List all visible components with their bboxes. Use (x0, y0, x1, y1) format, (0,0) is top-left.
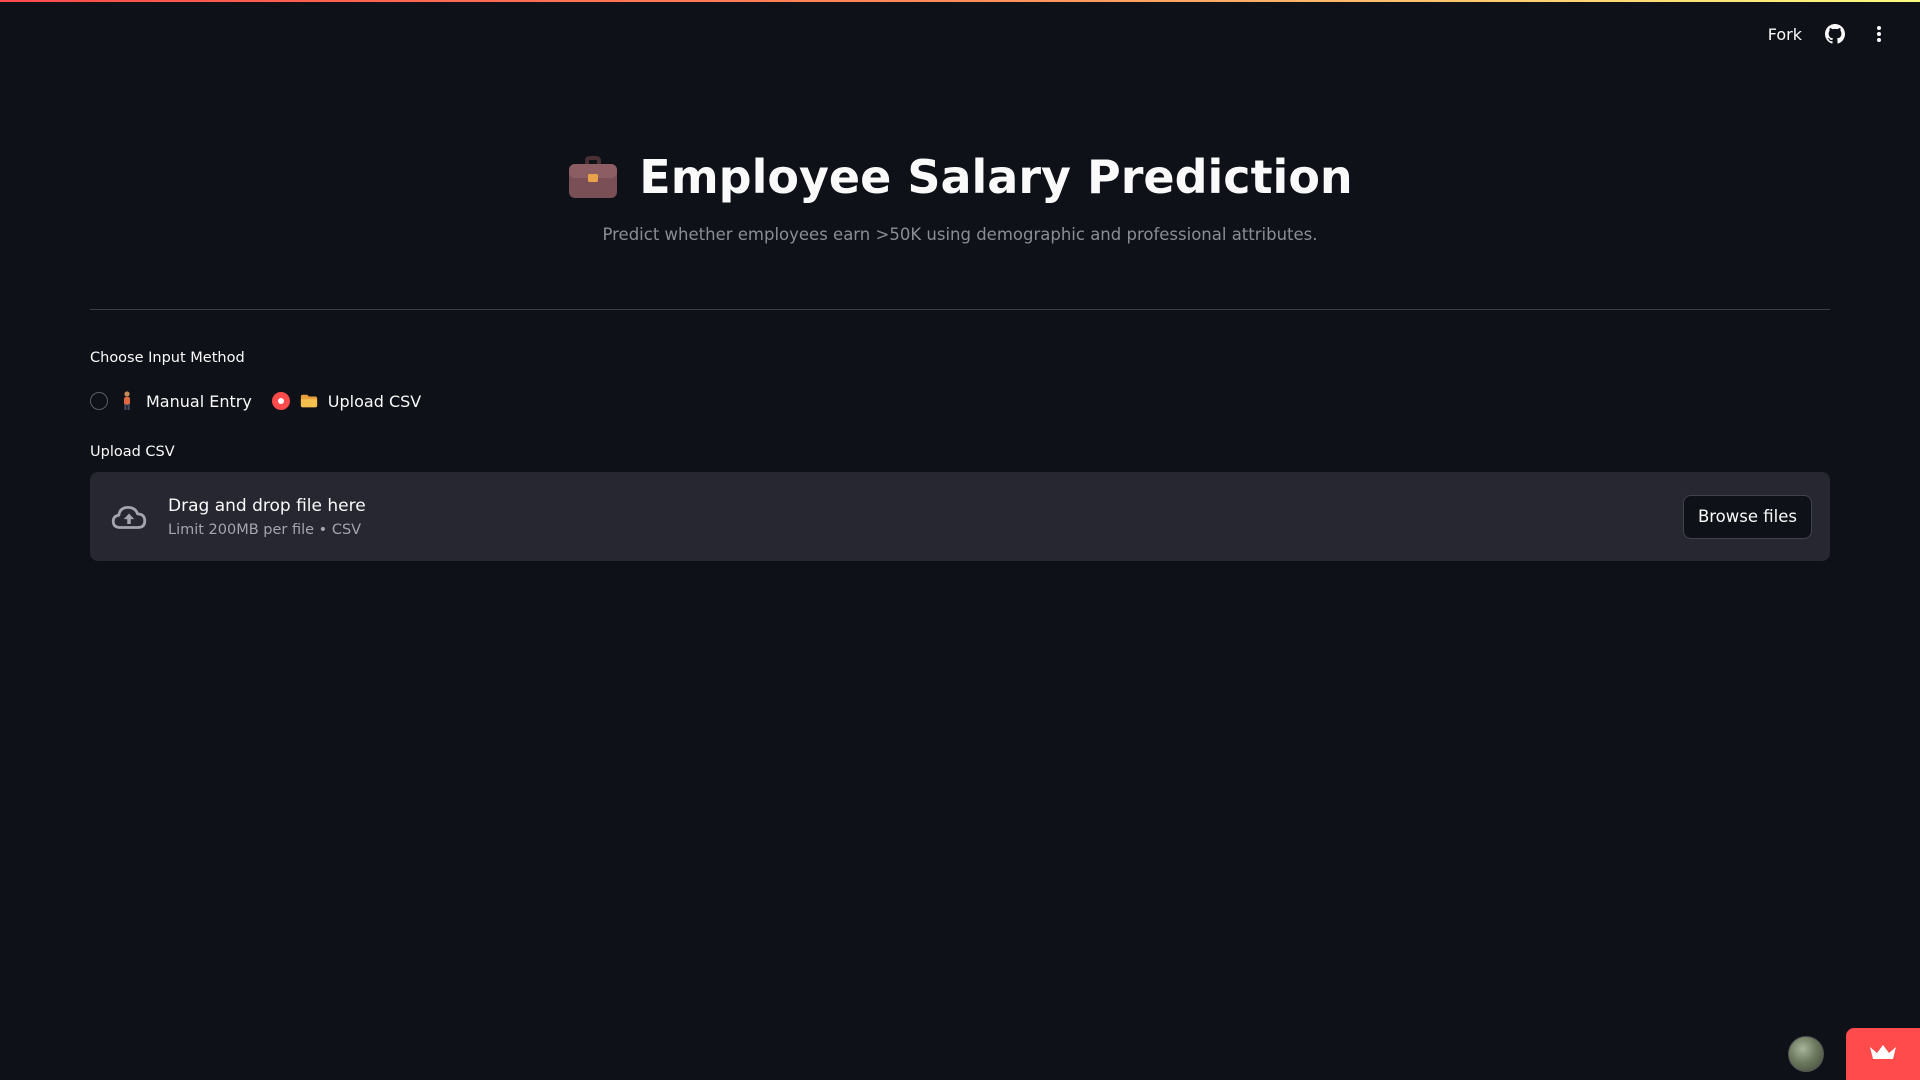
top-toolbar: Fork (1768, 0, 1920, 68)
section-divider (90, 309, 1830, 310)
radio-label-upload-csv: Upload CSV (327, 391, 422, 411)
radio-option-upload-csv[interactable]: Upload CSV (271, 391, 422, 411)
page-subtitle: Predict whether employees earn >50K usin… (602, 225, 1318, 244)
github-icon[interactable] (1824, 23, 1846, 45)
browse-files-button[interactable]: Browse files (1682, 494, 1812, 539)
avatar[interactable] (1788, 1036, 1824, 1072)
radio-label-manual-entry: Manual Entry (146, 391, 252, 411)
input-method-label: Choose Input Method (90, 350, 245, 366)
more-vert-icon[interactable] (1868, 23, 1890, 45)
person-icon (118, 391, 136, 410)
dropzone-title: Drag and drop file here (168, 495, 366, 516)
radio-button-unselected[interactable] (90, 392, 108, 410)
cloud-upload-icon (108, 496, 150, 538)
top-decoration-bar (0, 0, 1920, 2)
streamlit-badge[interactable] (1846, 1028, 1920, 1080)
input-method-radio-group: Manual Entry Upload CSV (90, 390, 421, 412)
radio-button-selected[interactable] (271, 392, 290, 410)
dropzone-instructions: Drag and drop file here Limit 200MB per … (168, 496, 1683, 538)
fork-button[interactable]: Fork (1768, 25, 1802, 44)
radio-option-manual-entry[interactable]: Manual Entry (90, 391, 252, 411)
file-uploader-label: Upload CSV (90, 444, 175, 460)
crown-icon (1868, 1042, 1898, 1066)
page-title-text: Employee Salary Prediction (639, 150, 1353, 204)
file-dropzone[interactable]: Drag and drop file here Limit 200MB per … (90, 472, 1830, 561)
dropzone-hint: Limit 200MB per file • CSV (168, 521, 362, 538)
folder-icon (300, 392, 318, 410)
page-header: Employee Salary Prediction Predict wheth… (0, 150, 1920, 244)
page-title: Employee Salary Prediction (567, 150, 1353, 204)
briefcase-icon (567, 153, 619, 201)
